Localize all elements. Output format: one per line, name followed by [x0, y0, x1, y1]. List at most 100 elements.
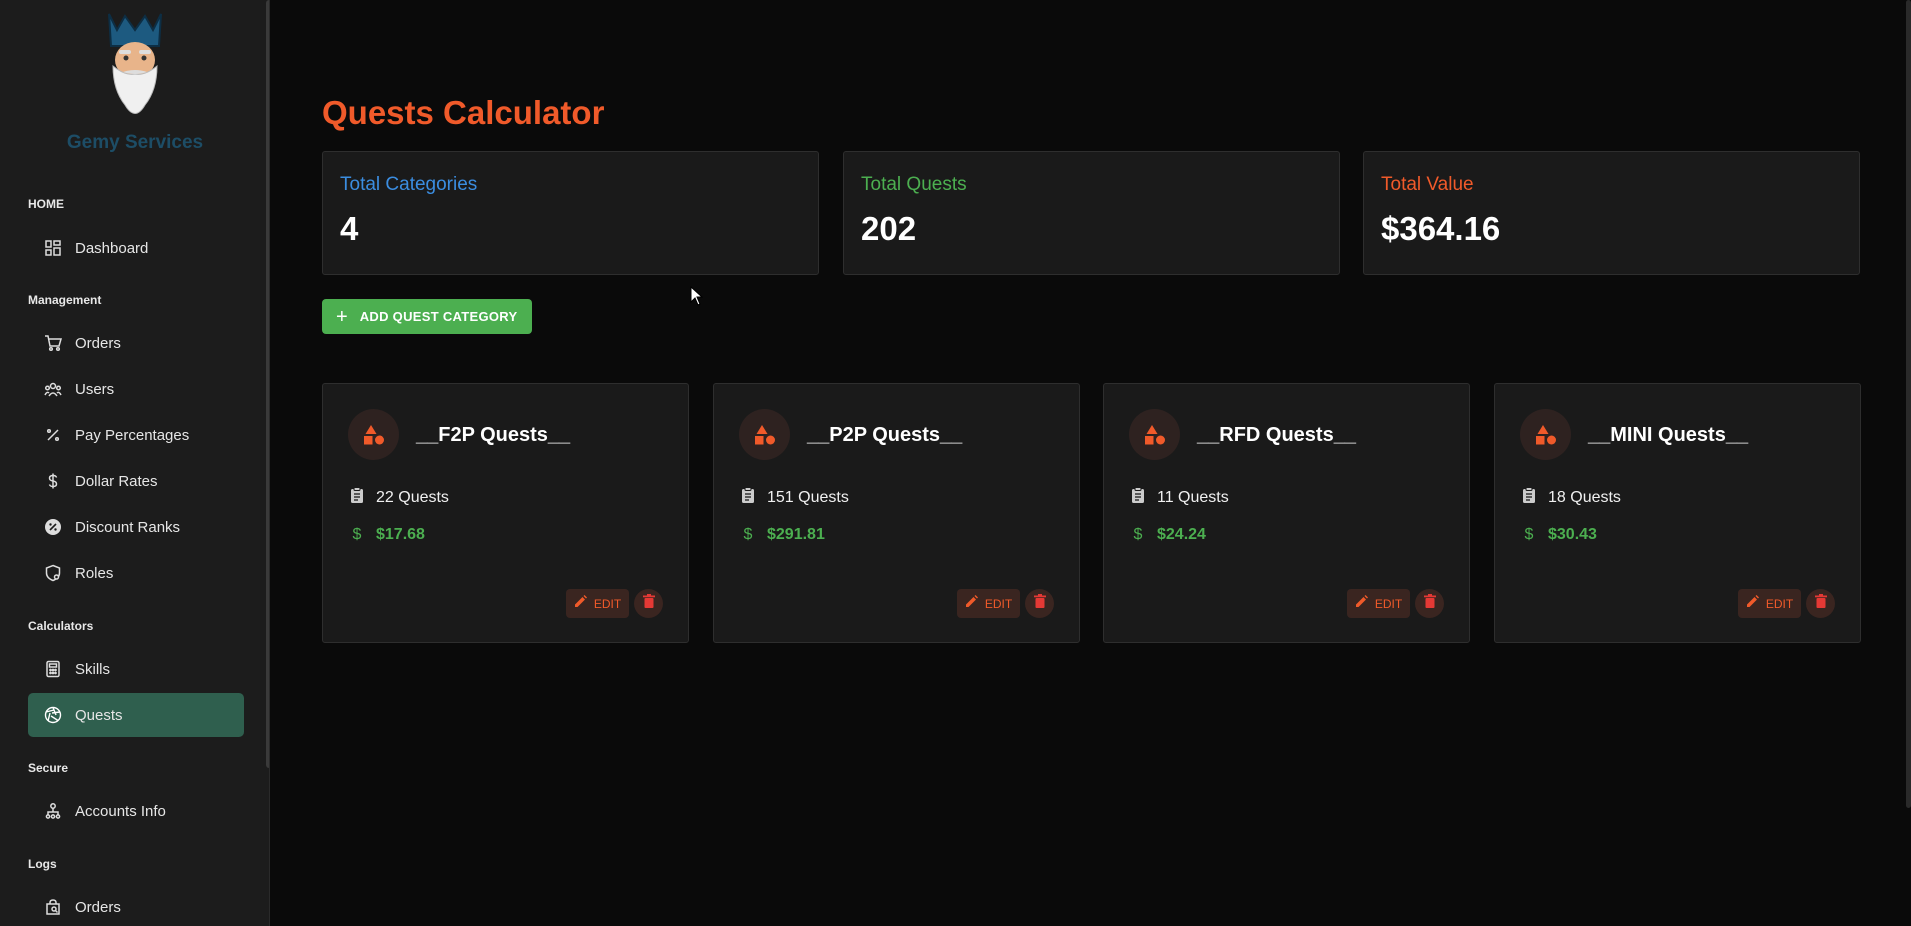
nav-label: Accounts Info — [75, 802, 166, 820]
delete-button[interactable] — [634, 589, 663, 618]
cart-icon — [28, 321, 72, 365]
stat-label: Total Categories — [340, 174, 478, 195]
clipboard-icon — [1520, 486, 1538, 509]
section-management: Management — [28, 293, 102, 307]
main-content: Quests Calculator Total Categories 4 Tot… — [272, 0, 1911, 926]
plus-icon: + — [336, 305, 348, 328]
dollar-icon: $ — [1133, 526, 1143, 543]
pencil-icon — [1355, 594, 1369, 613]
add-quest-category-button[interactable]: + ADD QUEST CATEGORY — [322, 299, 532, 334]
dollar-icon: $ — [1524, 526, 1534, 543]
category-value: $291.81 — [767, 526, 825, 543]
pencil-icon — [1746, 594, 1760, 613]
quest-count: 22 Quests — [376, 488, 449, 506]
edit-button[interactable]: EDIT — [1738, 589, 1801, 618]
edit-label: EDIT — [984, 596, 1013, 611]
clipboard-icon — [348, 486, 366, 509]
sidebar-scrollbar[interactable] — [266, 0, 269, 768]
trash-icon — [1033, 594, 1046, 613]
pencil-icon — [965, 594, 979, 613]
nav-roles[interactable]: Roles — [28, 551, 244, 595]
stat-label: Total Value — [1381, 174, 1474, 195]
nav-skills[interactable]: Skills — [28, 647, 244, 691]
bag-search-icon — [28, 885, 72, 926]
category-card: __P2P Quests__ 151 Quests $ $291.81 EDIT — [713, 383, 1080, 643]
nav-label: Dashboard — [75, 239, 149, 257]
trash-icon — [1423, 594, 1436, 613]
nav-users[interactable]: Users — [28, 367, 244, 411]
edit-label: EDIT — [1765, 596, 1794, 611]
section-logs: Logs — [28, 857, 57, 871]
category-value: $24.24 — [1157, 526, 1206, 543]
clipboard-icon — [739, 486, 757, 509]
edit-label: EDIT — [1374, 596, 1403, 611]
calculator-icon — [28, 647, 72, 691]
edit-button[interactable]: EDIT — [957, 589, 1020, 618]
main-scrollbar[interactable] — [1906, 0, 1911, 808]
edit-button[interactable]: EDIT — [566, 589, 629, 618]
nav-label: Users — [75, 380, 115, 398]
stat-value: $364.16 — [1381, 210, 1501, 247]
pencil-icon — [574, 594, 588, 613]
percent-icon — [28, 413, 72, 457]
delete-button[interactable] — [1025, 589, 1054, 618]
nav-dollar-rates[interactable]: Dollar Rates — [28, 459, 244, 503]
brand-logo — [95, 10, 175, 125]
edit-label: EDIT — [593, 596, 622, 611]
edit-button[interactable]: EDIT — [1347, 589, 1410, 618]
nav-label: Orders — [75, 898, 121, 916]
stat-label: Total Quests — [861, 174, 967, 195]
category-icon — [348, 409, 399, 460]
nav-accounts-info[interactable]: Accounts Info — [28, 789, 244, 833]
category-name: __RFD Quests__ — [1197, 424, 1356, 446]
shield-icon — [28, 551, 72, 595]
nav-logs-orders[interactable]: Orders — [28, 885, 244, 926]
nav-label: Dollar Rates — [75, 472, 158, 490]
brand-name: Gemy Services — [66, 132, 204, 153]
nav-label: Discount Ranks — [75, 518, 181, 536]
nav-discount-ranks[interactable]: Discount Ranks — [28, 505, 244, 549]
nav-label: Quests — [75, 706, 123, 724]
category-card: __F2P Quests__ 22 Quests $ $17.68 EDIT — [322, 383, 689, 643]
add-button-label: ADD QUEST CATEGORY — [359, 309, 518, 324]
section-secure: Secure — [28, 761, 69, 775]
aperture-icon — [28, 693, 72, 737]
dashboard-icon — [28, 226, 72, 270]
nav-label: Pay Percentages — [75, 426, 190, 444]
dollar-icon: $ — [743, 526, 753, 543]
nav-label: Skills — [75, 660, 111, 678]
category-icon — [1129, 409, 1180, 460]
quest-count: 18 Quests — [1548, 488, 1621, 506]
category-name: __F2P Quests__ — [416, 424, 571, 446]
category-icon — [739, 409, 790, 460]
section-calculators: Calculators — [28, 619, 94, 633]
nav-label: Roles — [75, 564, 114, 582]
mouse-cursor-icon — [690, 285, 704, 311]
nav-quests[interactable]: Quests — [28, 693, 244, 737]
category-card: __RFD Quests__ 11 Quests $ $24.24 EDIT — [1103, 383, 1470, 643]
clipboard-icon — [1129, 486, 1147, 509]
category-value: $30.43 — [1548, 526, 1597, 543]
stat-value: 202 — [861, 210, 917, 247]
category-icon — [1520, 409, 1571, 460]
category-value: $17.68 — [376, 526, 425, 543]
trash-icon — [642, 594, 655, 613]
sidebar: Gemy Services HOME Dashboard Management … — [0, 0, 270, 926]
quest-count: 11 Quests — [1157, 488, 1229, 506]
nav-dashboard[interactable]: Dashboard — [28, 226, 244, 270]
section-home: HOME — [28, 197, 64, 211]
quest-count: 151 Quests — [767, 488, 849, 506]
delete-button[interactable] — [1415, 589, 1444, 618]
nav-pay-percentages[interactable]: Pay Percentages — [28, 413, 244, 457]
dollar-icon — [28, 459, 72, 503]
stat-card-value: Total Value $364.16 — [1363, 151, 1860, 275]
trash-icon — [1814, 594, 1827, 613]
category-name: __P2P Quests__ — [807, 424, 963, 446]
nav-orders[interactable]: Orders — [28, 321, 244, 365]
account-tree-icon — [28, 789, 72, 833]
stat-card-quests: Total Quests 202 — [843, 151, 1340, 275]
stat-card-categories: Total Categories 4 — [322, 151, 819, 275]
users-icon — [28, 367, 72, 411]
category-name: __MINI Quests__ — [1588, 424, 1749, 446]
delete-button[interactable] — [1806, 589, 1835, 618]
